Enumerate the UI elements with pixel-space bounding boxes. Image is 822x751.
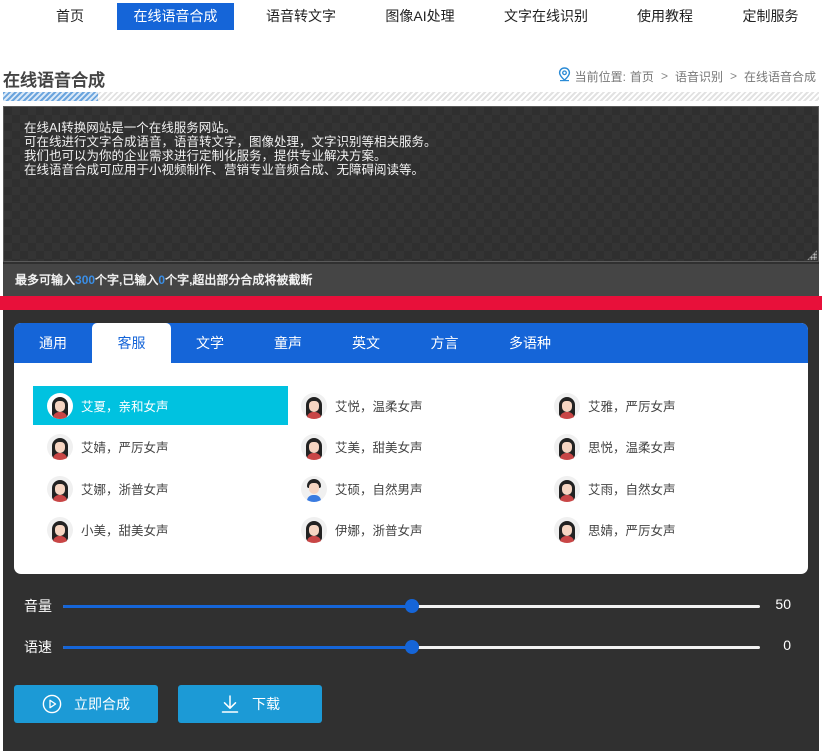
voice-option[interactable]: 伊娜，浙普女声 xyxy=(287,510,542,549)
volume-control: 音量 50 xyxy=(3,594,819,618)
breadcrumb-separator: > xyxy=(660,69,668,83)
volume-value: 50 xyxy=(775,596,791,612)
tab-dialect[interactable]: 方言 xyxy=(405,323,484,363)
voice-label: 艾娜，浙普女声 xyxy=(81,483,169,497)
voice-label: 艾悦，温柔女声 xyxy=(335,400,423,414)
nav-item-custom-service[interactable]: 定制服务 xyxy=(728,3,813,30)
nav-item-tutorial[interactable]: 使用教程 xyxy=(620,3,710,30)
volume-slider[interactable] xyxy=(63,599,760,613)
breadcrumb-prefix: 当前位置: xyxy=(574,69,626,84)
nav-item-home[interactable]: 首页 xyxy=(30,3,110,30)
voice-label: 思婧，严厉女声 xyxy=(588,524,676,538)
speed-label: 语速 xyxy=(24,639,52,655)
voice-option[interactable]: 艾硕，自然男声 xyxy=(287,469,542,508)
voice-option[interactable]: 思悦，温柔女声 xyxy=(540,427,795,466)
female-avatar-icon xyxy=(301,433,327,460)
voice-option[interactable]: 艾夏，亲和女声 xyxy=(33,386,288,425)
voice-option[interactable]: 小美，甜美女声 xyxy=(33,510,288,549)
accent-divider xyxy=(0,296,822,310)
female-avatar-icon xyxy=(301,516,327,543)
volume-slider-fill xyxy=(63,605,412,608)
voice-label: 艾硕，自然男声 xyxy=(335,483,423,497)
female-avatar-icon xyxy=(47,433,73,460)
play-circle-icon xyxy=(42,694,62,714)
speed-control: 语速 0 xyxy=(3,635,819,659)
counter-max: 300 xyxy=(75,273,96,287)
female-avatar-icon xyxy=(554,516,580,543)
tab-english[interactable]: 英文 xyxy=(327,323,405,363)
speed-slider[interactable] xyxy=(63,640,760,654)
female-avatar-icon xyxy=(47,475,73,502)
voice-label: 艾婧，严厉女声 xyxy=(81,441,169,455)
female-avatar-icon xyxy=(554,392,580,419)
voice-label: 艾美，甜美女声 xyxy=(335,441,423,455)
voice-label: 小美，甜美女声 xyxy=(81,524,169,538)
download-button[interactable]: 下载 xyxy=(178,685,322,723)
synthesize-label: 立即合成 xyxy=(74,696,130,712)
counter-suffix: 个字,超出部分合成将被截断 xyxy=(165,273,313,287)
nav-item-tts[interactable]: 在线语音合成 xyxy=(117,3,234,30)
tts-text-input[interactable] xyxy=(4,107,818,261)
synthesize-button[interactable]: 立即合成 xyxy=(14,685,158,723)
tab-literature[interactable]: 文学 xyxy=(171,323,249,363)
download-label: 下载 xyxy=(252,696,280,712)
female-avatar-icon xyxy=(554,475,580,502)
speed-slider-thumb[interactable] xyxy=(404,640,419,654)
voice-label: 伊娜，浙普女声 xyxy=(335,524,423,538)
female-avatar-icon xyxy=(554,433,580,460)
voice-option[interactable]: 艾婧，严厉女声 xyxy=(33,427,288,466)
nav-item-ocr[interactable]: 文字在线识别 xyxy=(490,3,602,30)
tab-multilingual[interactable]: 多语种 xyxy=(484,323,576,363)
female-avatar-icon xyxy=(47,392,73,419)
volume-slider-thumb[interactable] xyxy=(404,599,419,613)
speed-value: 0 xyxy=(783,637,791,653)
download-icon xyxy=(220,694,240,714)
voice-option[interactable]: 艾悦，温柔女声 xyxy=(287,386,542,425)
title-divider xyxy=(3,92,819,101)
tts-panel: 最多可输入300个字,已输入0个字,超出部分合成将被截断 通用 客服 文学 童声… xyxy=(0,106,822,751)
breadcrumb-home[interactable]: 首页 xyxy=(630,68,654,85)
counter-prefix: 最多可输入 xyxy=(15,273,76,287)
female-avatar-icon xyxy=(47,516,73,543)
breadcrumb-speech-recognition[interactable]: 语音识别 xyxy=(675,68,723,85)
voice-option[interactable]: 艾雨，自然女声 xyxy=(540,469,795,508)
voice-option[interactable]: 思婧，严厉女声 xyxy=(540,510,795,549)
voice-option[interactable]: 艾娜，浙普女声 xyxy=(33,469,288,508)
top-nav: 首页 在线语音合成 语音转文字 图像AI处理 文字在线识别 使用教程 定制服务 xyxy=(0,0,822,34)
nav-item-speech-to-text[interactable]: 语音转文字 xyxy=(250,3,352,30)
char-counter: 最多可输入300个字,已输入0个字,超出部分合成将被截断 xyxy=(3,264,819,296)
text-editor xyxy=(3,106,819,262)
breadcrumb: 当前位置: 首页 > 语音识别 > 在线语音合成 xyxy=(558,67,816,85)
male-avatar-icon xyxy=(301,475,327,502)
voice-category-tabs: 通用 客服 文学 童声 英文 方言 多语种 xyxy=(14,323,808,363)
voice-option[interactable]: 艾美，甜美女声 xyxy=(287,427,542,466)
voice-option[interactable]: 艾雅，严厉女声 xyxy=(540,386,795,425)
counter-mid: 个字,已输入 xyxy=(95,273,159,287)
voice-label: 艾夏，亲和女声 xyxy=(81,400,169,414)
title-divider-accent xyxy=(3,92,98,101)
breadcrumb-separator: > xyxy=(729,69,737,83)
tab-general[interactable]: 通用 xyxy=(14,323,92,363)
volume-label: 音量 xyxy=(24,598,52,614)
nav-item-image-ai[interactable]: 图像AI处理 xyxy=(370,3,470,30)
voice-label: 艾雨，自然女声 xyxy=(588,483,676,497)
voice-selector: 通用 客服 文学 童声 英文 方言 多语种 艾夏，亲和女声 艾悦，温柔女声 艾雅… xyxy=(14,323,808,574)
page-title: 在线语音合成 xyxy=(3,71,105,90)
tab-customer-service[interactable]: 客服 xyxy=(92,323,171,363)
tab-child-voice[interactable]: 童声 xyxy=(249,323,327,363)
voice-label: 艾雅，严厉女声 xyxy=(588,400,676,414)
voice-label: 思悦，温柔女声 xyxy=(588,441,676,455)
speed-slider-fill xyxy=(63,646,412,649)
female-avatar-icon xyxy=(301,392,327,419)
location-pin-icon xyxy=(558,67,571,85)
breadcrumb-current[interactable]: 在线语音合成 xyxy=(744,68,816,85)
